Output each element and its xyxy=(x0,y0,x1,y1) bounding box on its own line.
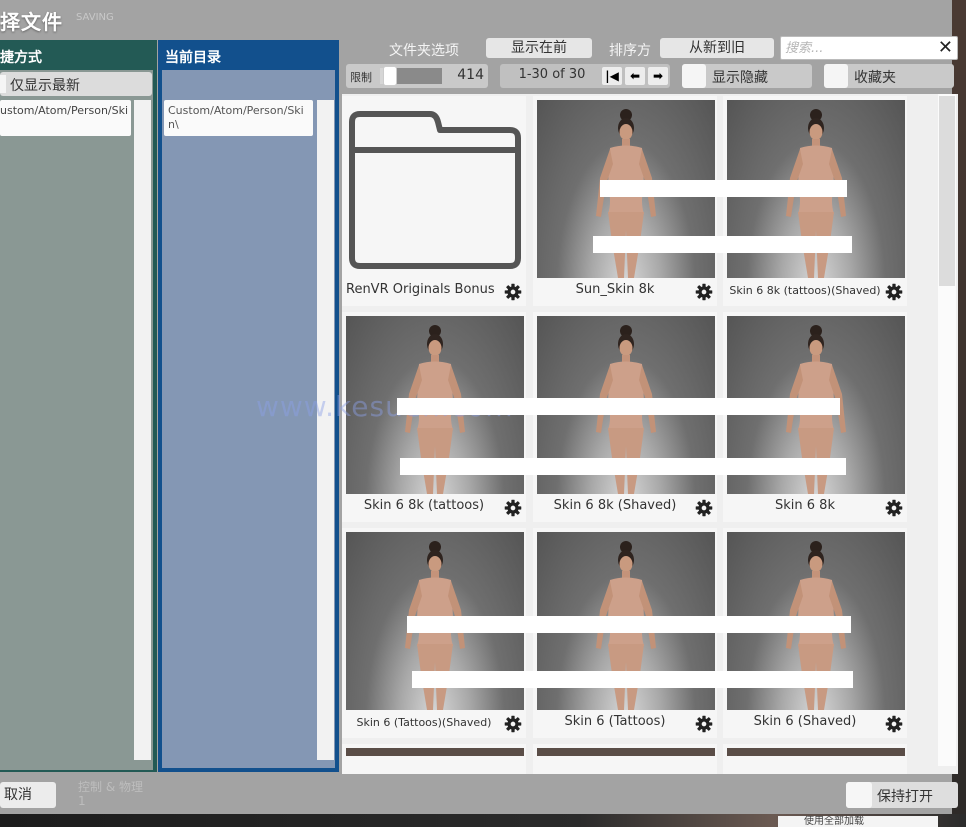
file-grid-scrollbar[interactable] xyxy=(938,94,956,766)
keep-open-checkbox[interactable] xyxy=(846,782,872,808)
file-tile[interactable]: RenVR Originals Bonus xyxy=(342,96,526,306)
file-tile[interactable]: Skin 6 8k xyxy=(723,312,907,522)
dialog-title: 择文件 xyxy=(0,10,63,34)
background-faint-label: 控制 & 物理 1 xyxy=(78,780,143,808)
sort-order-select[interactable]: 从新到旧 xyxy=(660,38,774,58)
preview-thumbnail-partial xyxy=(346,748,524,756)
file-tile[interactable]: Skin 6 8k (tattoos) xyxy=(342,312,526,522)
gear-icon[interactable] xyxy=(885,715,903,733)
current-dir-body xyxy=(162,70,335,768)
file-name-label: Skin 6 8k (tattoos) xyxy=(363,498,485,513)
file-tile[interactable]: Skin 6 8k (tattoos)(Shaved) xyxy=(723,96,907,306)
redaction-bar xyxy=(397,398,840,415)
latest-only-toggle[interactable]: 仅显示最新 xyxy=(0,72,152,96)
limit-label: 限制 xyxy=(350,71,372,84)
sort-label: 排序方 xyxy=(609,43,651,59)
shortcut-scrollbar[interactable] xyxy=(134,100,151,760)
file-tile[interactable]: Skin 6 (Shaved) xyxy=(723,528,907,738)
current-dir-panel: 当前目录 Custom/Atom/Person/Skin\ xyxy=(158,40,339,772)
redaction-bar xyxy=(407,616,851,633)
shortcut-panel-body xyxy=(0,70,153,770)
redaction-bar xyxy=(593,236,852,253)
first-page-icon[interactable]: |◀ xyxy=(602,67,622,85)
file-name-label: Skin 6 (Tattoos)(Shaved) xyxy=(356,716,492,729)
file-tile-partial[interactable] xyxy=(342,744,526,774)
file-browser-window: 择文件 SAVING 捷方式 仅显示最新 ustom/Atom/Person/S… xyxy=(0,0,966,827)
limit-slider[interactable] xyxy=(380,66,442,86)
current-dir-path[interactable]: Custom/Atom/Person/Skin\ xyxy=(164,100,313,136)
limit-slider-handle[interactable] xyxy=(383,66,398,86)
preview-thumbnail-partial xyxy=(727,748,905,756)
file-name-label: RenVR Originals Bonus xyxy=(346,282,495,297)
file-tile-partial[interactable] xyxy=(723,744,907,774)
show-first-button[interactable]: 显示在前 xyxy=(486,38,592,58)
file-name-label: Skin 6 8k (tattoos)(Shaved) xyxy=(729,284,881,297)
folder-options-label: 文件夹选项 xyxy=(389,43,459,59)
search-box[interactable]: ✕ xyxy=(780,36,958,60)
show-hidden-toggle[interactable]: 显示隐藏 xyxy=(682,64,812,88)
cancel-button[interactable]: 取消 xyxy=(0,782,56,808)
file-name-label: Sun_Skin 8k xyxy=(575,282,655,297)
redaction-bar xyxy=(600,180,847,197)
current-dir-title: 当前目录 xyxy=(165,50,221,66)
pagination: 1-30 of 30 |◀ ⬅ ➡ xyxy=(500,64,670,88)
file-name-label: Skin 6 (Shaved) xyxy=(753,714,857,729)
folder-icon xyxy=(349,111,521,269)
favorites-label: 收藏夹 xyxy=(854,70,896,86)
gear-icon[interactable] xyxy=(885,283,903,301)
show-hidden-checkbox[interactable] xyxy=(682,64,706,88)
limit-value: 414 xyxy=(457,67,484,83)
file-tile[interactable]: Skin 6 8k (Shaved) xyxy=(533,312,717,522)
gear-icon[interactable] xyxy=(695,499,713,517)
gear-icon[interactable] xyxy=(504,499,522,517)
gear-icon[interactable] xyxy=(504,283,522,301)
gear-icon[interactable] xyxy=(695,715,713,733)
background-load-all-label: 使用全部加载 xyxy=(778,816,938,827)
next-page-icon[interactable]: ➡ xyxy=(648,67,668,85)
gear-icon[interactable] xyxy=(885,499,903,517)
prev-page-icon[interactable]: ⬅ xyxy=(625,67,645,85)
show-hidden-label: 显示隐藏 xyxy=(712,70,768,86)
current-dir-scrollbar[interactable] xyxy=(317,100,334,760)
keep-open-label: 保持打开 xyxy=(877,789,933,805)
file-name-label: Skin 6 8k xyxy=(775,498,835,513)
latest-only-checkbox[interactable] xyxy=(0,75,6,93)
favorites-checkbox[interactable] xyxy=(824,64,848,88)
redaction-bar xyxy=(412,671,853,688)
redaction-bar xyxy=(400,458,846,475)
keep-open-toggle[interactable]: 保持打开 xyxy=(846,782,958,808)
page-range: 1-30 of 30 xyxy=(518,67,586,82)
latest-only-label: 仅显示最新 xyxy=(10,78,80,94)
search-input[interactable] xyxy=(781,37,931,59)
file-grid-scroll-thumb[interactable] xyxy=(939,96,955,286)
dialog-subtitle: SAVING xyxy=(76,12,114,23)
preview-thumbnail-partial xyxy=(537,748,715,756)
gear-icon[interactable] xyxy=(695,283,713,301)
gear-icon[interactable] xyxy=(504,715,522,733)
shortcut-item[interactable]: ustom/Atom/Person/Ski xyxy=(0,100,131,136)
favorites-toggle[interactable]: 收藏夹 xyxy=(824,64,954,88)
file-tile[interactable]: Skin 6 (Tattoos) xyxy=(533,528,717,738)
shortcut-panel-title: 捷方式 xyxy=(0,50,42,66)
file-name-label: Skin 6 8k (Shaved) xyxy=(553,498,677,513)
limit-control: 限制 414 xyxy=(346,64,488,88)
file-tile[interactable]: Sun_Skin 8k xyxy=(533,96,717,306)
file-tile[interactable]: Skin 6 (Tattoos)(Shaved) xyxy=(342,528,526,738)
file-tile-partial[interactable] xyxy=(533,744,717,774)
clear-search-icon[interactable]: ✕ xyxy=(938,38,953,58)
file-name-label: Skin 6 (Tattoos) xyxy=(564,714,666,729)
shortcut-panel: 捷方式 仅显示最新 ustom/Atom/Person/Ski xyxy=(0,40,157,772)
folder-thumbnail[interactable] xyxy=(346,100,524,278)
